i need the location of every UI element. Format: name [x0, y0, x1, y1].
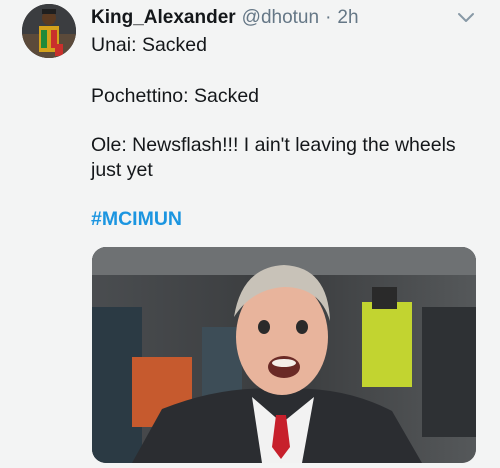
separator-dot: · — [325, 7, 332, 28]
hashtag-link[interactable]: #MCIMUN — [91, 206, 182, 232]
author-handle[interactable]: @dhotun — [242, 7, 319, 29]
avatar-image — [22, 4, 76, 58]
photo-illustration — [92, 247, 476, 463]
tweet-text-line: Ole: Newsflash!!! I ain't leaving the wh… — [91, 134, 456, 156]
avatar[interactable] — [22, 4, 76, 58]
tweet-text-line: Pochettino: Sacked — [91, 85, 260, 107]
tweet-text-line: Unai: Sacked — [91, 34, 207, 56]
tweet-photo[interactable] — [92, 247, 476, 463]
tweet-card[interactable]: King_Alexander @dhotun · 2h Unai: Sacked… — [0, 0, 500, 468]
tweet-text-line: just yet — [91, 159, 153, 181]
chevron-down-icon[interactable] — [455, 10, 477, 26]
timestamp[interactable]: 2h — [337, 7, 358, 29]
author-name[interactable]: King_Alexander — [91, 7, 236, 29]
tweet-header: King_Alexander @dhotun · 2h — [91, 7, 359, 31]
